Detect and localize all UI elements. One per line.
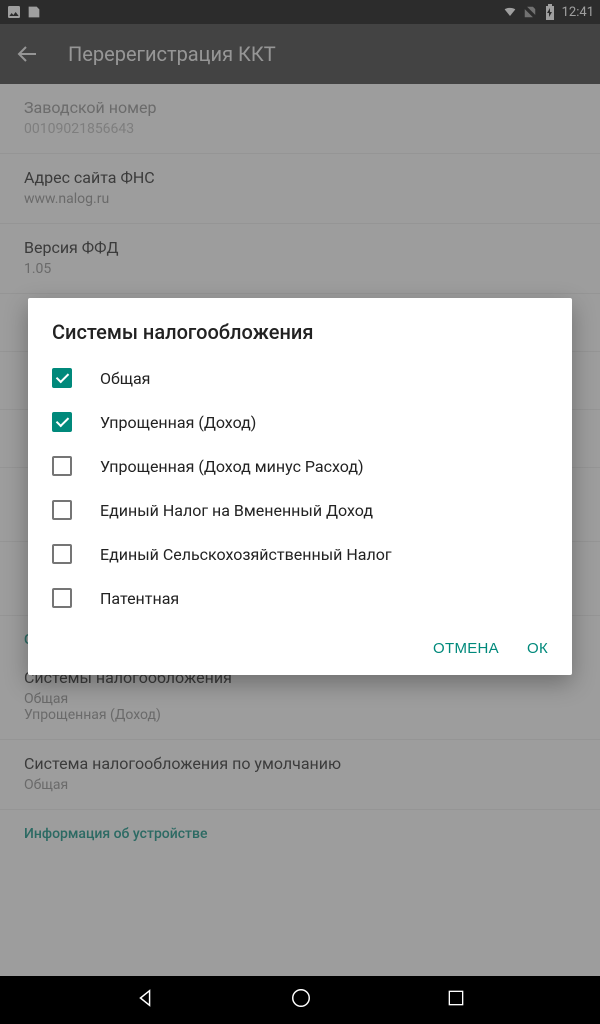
ok-button[interactable]: ОК (527, 640, 548, 657)
tax-option-patent[interactable]: Патентная (28, 576, 572, 620)
checkbox-icon[interactable] (52, 368, 72, 388)
nav-recent-icon[interactable] (446, 988, 466, 1012)
option-label: Упрощенная (Доход минус Расход) (100, 457, 364, 476)
checkbox-icon[interactable] (52, 588, 72, 608)
option-label: Патентная (100, 589, 179, 608)
tax-option-usn-income[interactable]: Упрощенная (Доход) (28, 400, 572, 444)
nav-home-icon[interactable] (290, 987, 312, 1013)
option-label: Упрощенная (Доход) (100, 413, 256, 432)
option-label: Единый Сельскохозяйственный Налог (100, 545, 392, 564)
tax-systems-dialog: Системы налогообложения Общая Упрощенная… (28, 298, 572, 675)
checkbox-icon[interactable] (52, 412, 72, 432)
checkbox-icon[interactable] (52, 544, 72, 564)
option-label: Единый Налог на Вмененный Доход (100, 501, 373, 520)
navigation-bar (0, 976, 600, 1024)
tax-option-general[interactable]: Общая (28, 356, 572, 400)
checkbox-icon[interactable] (52, 456, 72, 476)
tax-option-agriculture[interactable]: Единый Сельскохозяйственный Налог (28, 532, 572, 576)
tax-option-usn-income-expense[interactable]: Упрощенная (Доход минус Расход) (28, 444, 572, 488)
option-label: Общая (100, 369, 150, 388)
cancel-button[interactable]: ОТМЕНА (433, 640, 499, 657)
nav-back-icon[interactable] (134, 987, 156, 1013)
dialog-title: Системы налогообложения (28, 298, 572, 356)
checkbox-icon[interactable] (52, 500, 72, 520)
tax-option-envd[interactable]: Единый Налог на Вмененный Доход (28, 488, 572, 532)
